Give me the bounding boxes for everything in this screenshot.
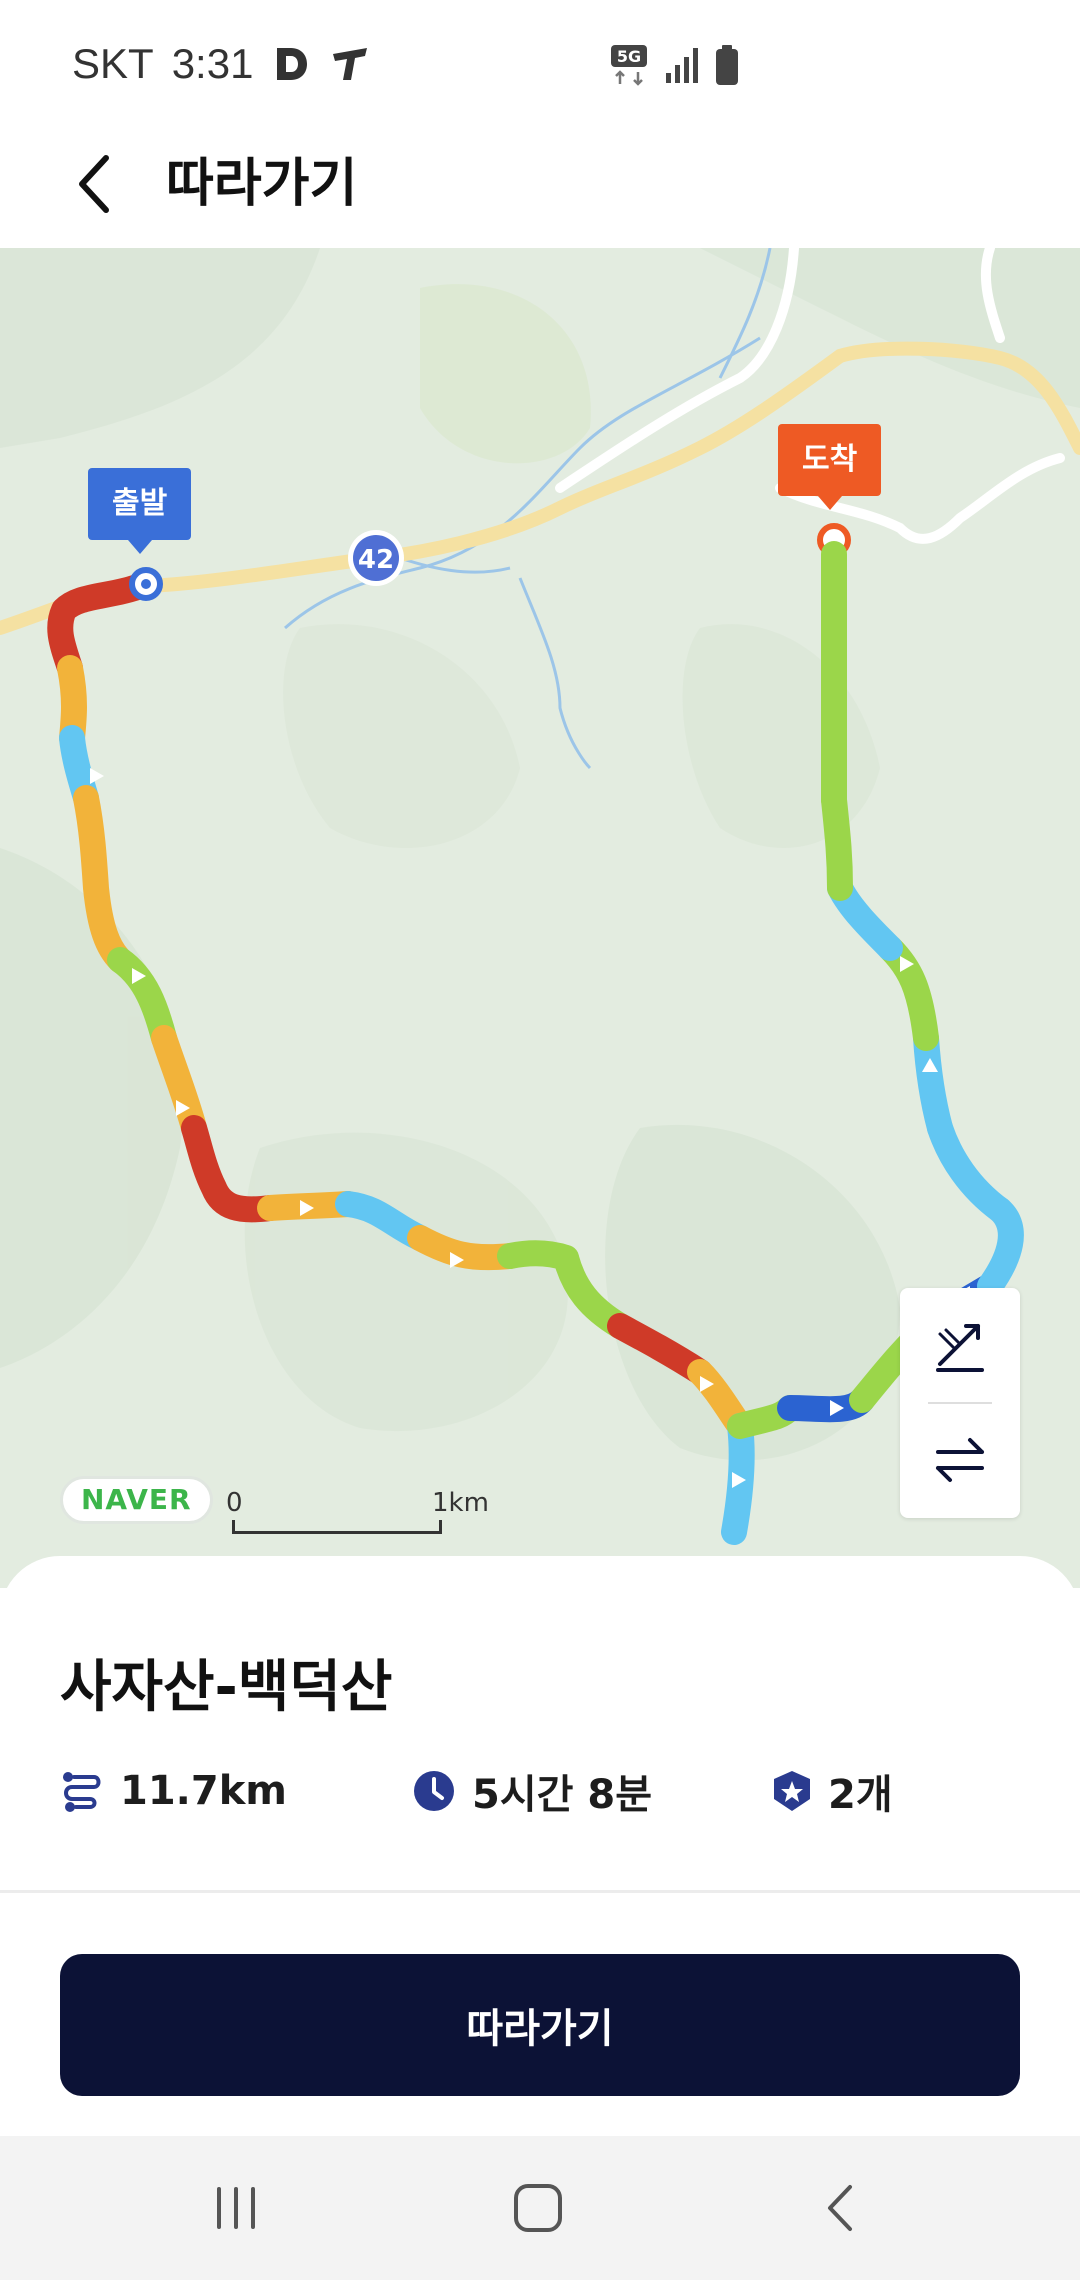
elevation-slope-button[interactable] (900, 1294, 1020, 1402)
screen: SKT 3:31 5G 따라가기 42 출발 도착 NAVER 0 1km 사자… (0, 0, 1080, 2280)
scale-max-label: 1km (432, 1488, 489, 1518)
status-bar: SKT 3:31 5G (0, 0, 1080, 120)
stamps-value: 2개 (828, 1772, 893, 1818)
start-marker[interactable] (129, 567, 163, 601)
swap-direction-icon (936, 1438, 984, 1482)
terrain-layer (0, 248, 1080, 1461)
controls-divider (928, 1402, 992, 1404)
route-seg-21 (927, 1115, 1013, 1223)
home-button[interactable] (478, 2158, 598, 2258)
elevation-slope-icon (936, 1324, 984, 1372)
route-seg-25 (821, 787, 853, 901)
sheet-divider (0, 1890, 1080, 1893)
chevron-left-icon (79, 155, 109, 213)
map-controls (900, 1288, 1020, 1518)
distance-stat: 11.7km (60, 1756, 287, 1826)
back-icon (828, 2185, 852, 2231)
d-app-icon (277, 48, 308, 80)
stamps-stat: 2개 (772, 1756, 893, 1826)
follow-button[interactable]: 따라가기 (60, 1954, 1020, 2096)
status-left: SKT 3:31 (72, 36, 371, 92)
scale-bar (232, 1520, 442, 1534)
nav-back-button[interactable] (780, 2158, 900, 2258)
clock-icon (414, 1771, 454, 1811)
svg-text:42: 42 (358, 545, 394, 575)
system-nav-bar (0, 2136, 1080, 2280)
course-stats: 11.7km 5시간 8분 2개 (60, 1756, 1020, 1826)
route-map[interactable]: 42 출발 도착 NAVER 0 1km (0, 248, 1080, 1588)
status-right: 5G (610, 40, 740, 90)
duration-value: 5시간 8분 (472, 1772, 652, 1818)
home-icon (514, 2184, 562, 2232)
top-app-bar: 따라가기 (0, 120, 1080, 248)
distance-value: 11.7km (120, 1768, 287, 1814)
5g-icon: 5G (611, 45, 647, 86)
map-scale: 0 1km (224, 1488, 489, 1548)
battery-icon (716, 45, 738, 85)
badge-star-icon (774, 1771, 810, 1811)
clock-time: 3:31 (171, 40, 254, 87)
scale-min-label: 0 (226, 1488, 243, 1518)
duration-stat: 5시간 8분 (412, 1756, 652, 1826)
recents-icon (217, 2187, 255, 2229)
back-button[interactable] (56, 146, 132, 222)
route-icon (63, 1772, 101, 1812)
recents-button[interactable] (176, 2158, 296, 2258)
start-flag[interactable]: 출발 (88, 468, 192, 554)
route-42-shield: 42 (348, 530, 404, 586)
signal-icon (666, 48, 698, 83)
hiking-route (47, 571, 1024, 1545)
swap-direction-button[interactable] (900, 1406, 1020, 1514)
route-seg-22 (913, 1025, 953, 1141)
naver-logo: NAVER (60, 1476, 213, 1524)
course-name: 사자산-백덕산 (60, 1655, 393, 1720)
carrier-label: SKT (72, 40, 154, 87)
t-app-icon (333, 48, 368, 80)
end-flag[interactable]: 도착 (778, 424, 882, 510)
svg-text:5G: 5G (617, 47, 641, 66)
page-title: 따라가기 (166, 154, 358, 214)
